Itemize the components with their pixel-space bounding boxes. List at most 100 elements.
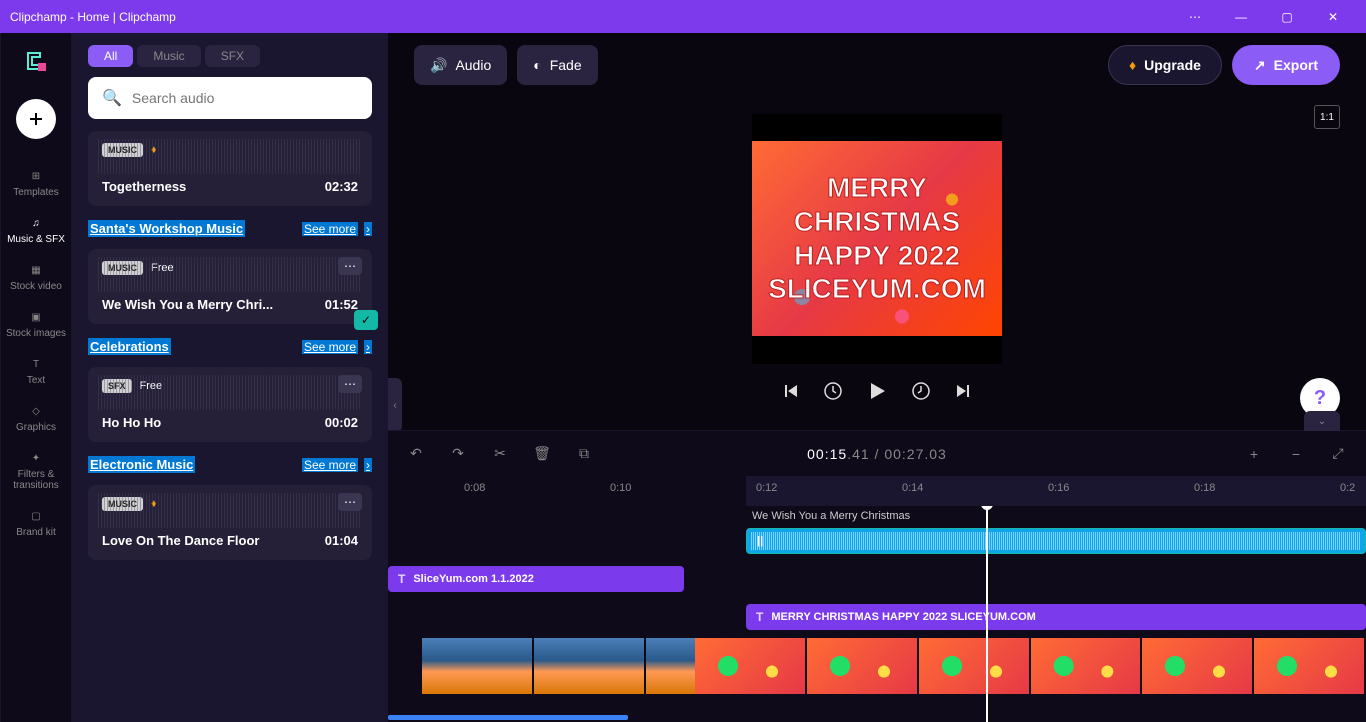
export-button[interactable]: ↗Export [1232,45,1340,85]
expand-timeline-button[interactable]: ⌄ [1304,411,1340,431]
add-media-button[interactable] [16,99,56,139]
text-icon: T [33,359,39,370]
text-icon: T [756,610,763,624]
scroll-progress[interactable] [388,715,628,720]
ruler-tick: 0:18 [1194,482,1215,494]
image-icon: ▣ [31,312,40,323]
ruler-tick: 0:12 [756,482,777,494]
rail-stock-images[interactable]: ▣Stock images [0,302,72,349]
search-input[interactable] [132,90,358,106]
waveform-icon [98,375,362,410]
timecode: 00:15.41 / 00:27.03 [807,446,947,462]
ruler-tick: 0:08 [464,482,485,494]
section-electronic[interactable]: Electronic Music [88,456,195,473]
audio-card-wewish[interactable]: ⋯ MUSICFree We Wish You a Merry Chri...0… [88,249,372,324]
audio-card-hohoho[interactable]: ⋯ SFXFree Ho Ho Ho00:02 [88,367,372,442]
seek-back-icon[interactable] [822,380,844,402]
card-title: Togetherness [102,179,186,194]
tab-all[interactable]: All [88,45,133,67]
audio-card-togetherness[interactable]: MUSIC♦ Togetherness02:32 [88,131,372,206]
shapes-icon: ◇ [32,406,40,417]
added-check-icon: ✓ [354,310,378,330]
card-more-button[interactable]: ⋯ [338,493,362,511]
window-close-icon[interactable]: ✕ [1310,0,1356,33]
section-celebrations[interactable]: Celebrations [88,338,171,355]
window-more-icon[interactable]: ⋯ [1172,0,1218,33]
audio-clip-label: We Wish You a Merry Christmas [752,510,910,522]
zoom-out-icon[interactable]: − [1286,445,1306,462]
rail-brand-kit[interactable]: ▢Brand kit [0,501,72,548]
ruler-tick: 0:16 [1048,482,1069,494]
fade-button[interactable]: ◐Fade [517,45,597,85]
rail-graphics[interactable]: ◇Graphics [0,396,72,443]
fit-icon[interactable]: ⤢ [1328,445,1348,462]
clipchamp-logo-icon[interactable] [0,37,72,85]
skip-end-icon[interactable] [954,382,972,400]
media-panel: All Music SFX 🔍 MUSIC♦ Togetherness02:32… [72,33,388,722]
video-thumb [1031,638,1141,694]
tab-sfx[interactable]: SFX [205,45,260,67]
text-clip-2[interactable]: TMERRY CHRISTMAS HAPPY 2022 SLICEYUM.COM [746,604,1366,630]
audio-card-love[interactable]: ⋯ MUSIC♦ Love On The Dance Floor01:04 [88,485,372,560]
video-thumb [919,638,1029,694]
rail-stock-video[interactable]: ▦Stock video [0,255,72,302]
waveform-icon [98,139,362,174]
skip-start-icon[interactable] [782,382,800,400]
ruler-tick: 0:14 [902,482,923,494]
split-icon[interactable]: ✂ [490,445,510,462]
rail-filters-transitions[interactable]: ✦Filters & transitions [0,443,72,501]
diamond-icon: ♦ [1129,57,1136,73]
tab-music[interactable]: Music [137,45,200,67]
aspect-ratio-button[interactable]: 1:1 [1314,105,1340,129]
duplicate-icon[interactable]: ⧉ [574,445,594,462]
chevron-right-icon: › [364,340,372,354]
video-thumb [534,638,644,694]
search-input-wrap[interactable]: 🔍 [88,77,372,119]
card-duration: 01:52 [325,297,358,312]
card-duration: 01:04 [325,533,358,548]
card-duration: 02:32 [325,179,358,194]
film-icon: ▦ [31,265,40,276]
rail-templates[interactable]: ⊞Templates [0,161,72,208]
text-clip-1[interactable]: TSliceYum.com 1.1.2022 [388,566,684,592]
delete-icon[interactable]: 🗑 [532,445,552,462]
see-more-electronic[interactable]: See more› [302,458,372,472]
video-thumb [1254,638,1364,694]
timeline-ruler[interactable]: 0:08 0:10 0:12 0:14 0:16 0:18 0:2 [388,476,1366,506]
video-track[interactable] [388,638,1366,694]
audio-button[interactable]: 🔊Audio [414,45,507,85]
playhead[interactable] [986,506,988,722]
see-more-santas[interactable]: See more› [302,222,372,236]
card-more-button[interactable]: ⋯ [338,257,362,275]
card-title: We Wish You a Merry Chri... [102,297,273,312]
audio-clip[interactable]: || [746,528,1366,554]
video-thumb [695,638,805,694]
seek-fwd-icon[interactable] [910,380,932,402]
ruler-tick: 0:2 [1340,482,1355,494]
window-minimize-icon[interactable]: — [1218,0,1264,33]
section-santas-workshop[interactable]: Santa's Workshop Music [88,220,245,237]
templates-icon: ⊞ [32,171,40,182]
zoom-in-icon[interactable]: + [1244,445,1264,462]
wand-icon: ✦ [32,453,40,464]
see-more-celebrations[interactable]: See more› [302,340,372,354]
waveform-icon [98,257,362,292]
window-maximize-icon[interactable]: ▢ [1264,0,1310,33]
chevron-right-icon: › [364,458,372,472]
card-more-button[interactable]: ⋯ [338,375,362,393]
card-title: Ho Ho Ho [102,415,161,430]
upgrade-button[interactable]: ♦Upgrade [1108,45,1222,85]
window-title: Clipchamp - Home | Clipchamp [10,10,176,24]
redo-icon[interactable]: ↷ [448,445,468,462]
rail-music-sfx[interactable]: ♫Music & SFX [0,208,72,255]
preview-text: MERRY CHRISTMAS HAPPY 2022 SLICEYUM.COM [752,171,1002,305]
video-thumb [422,638,532,694]
left-rail: ⊞Templates ♫Music & SFX ▦Stock video ▣St… [0,33,72,722]
timeline-tracks[interactable]: We Wish You a Merry Christmas || TSliceY… [388,506,1366,722]
rail-text[interactable]: TText [0,349,72,396]
chevron-right-icon: › [364,222,372,236]
card-title: Love On The Dance Floor [102,533,259,548]
video-preview[interactable]: MERRY CHRISTMAS HAPPY 2022 SLICEYUM.COM [752,114,1002,364]
undo-icon[interactable]: ↶ [406,445,426,462]
play-button[interactable] [866,380,888,402]
